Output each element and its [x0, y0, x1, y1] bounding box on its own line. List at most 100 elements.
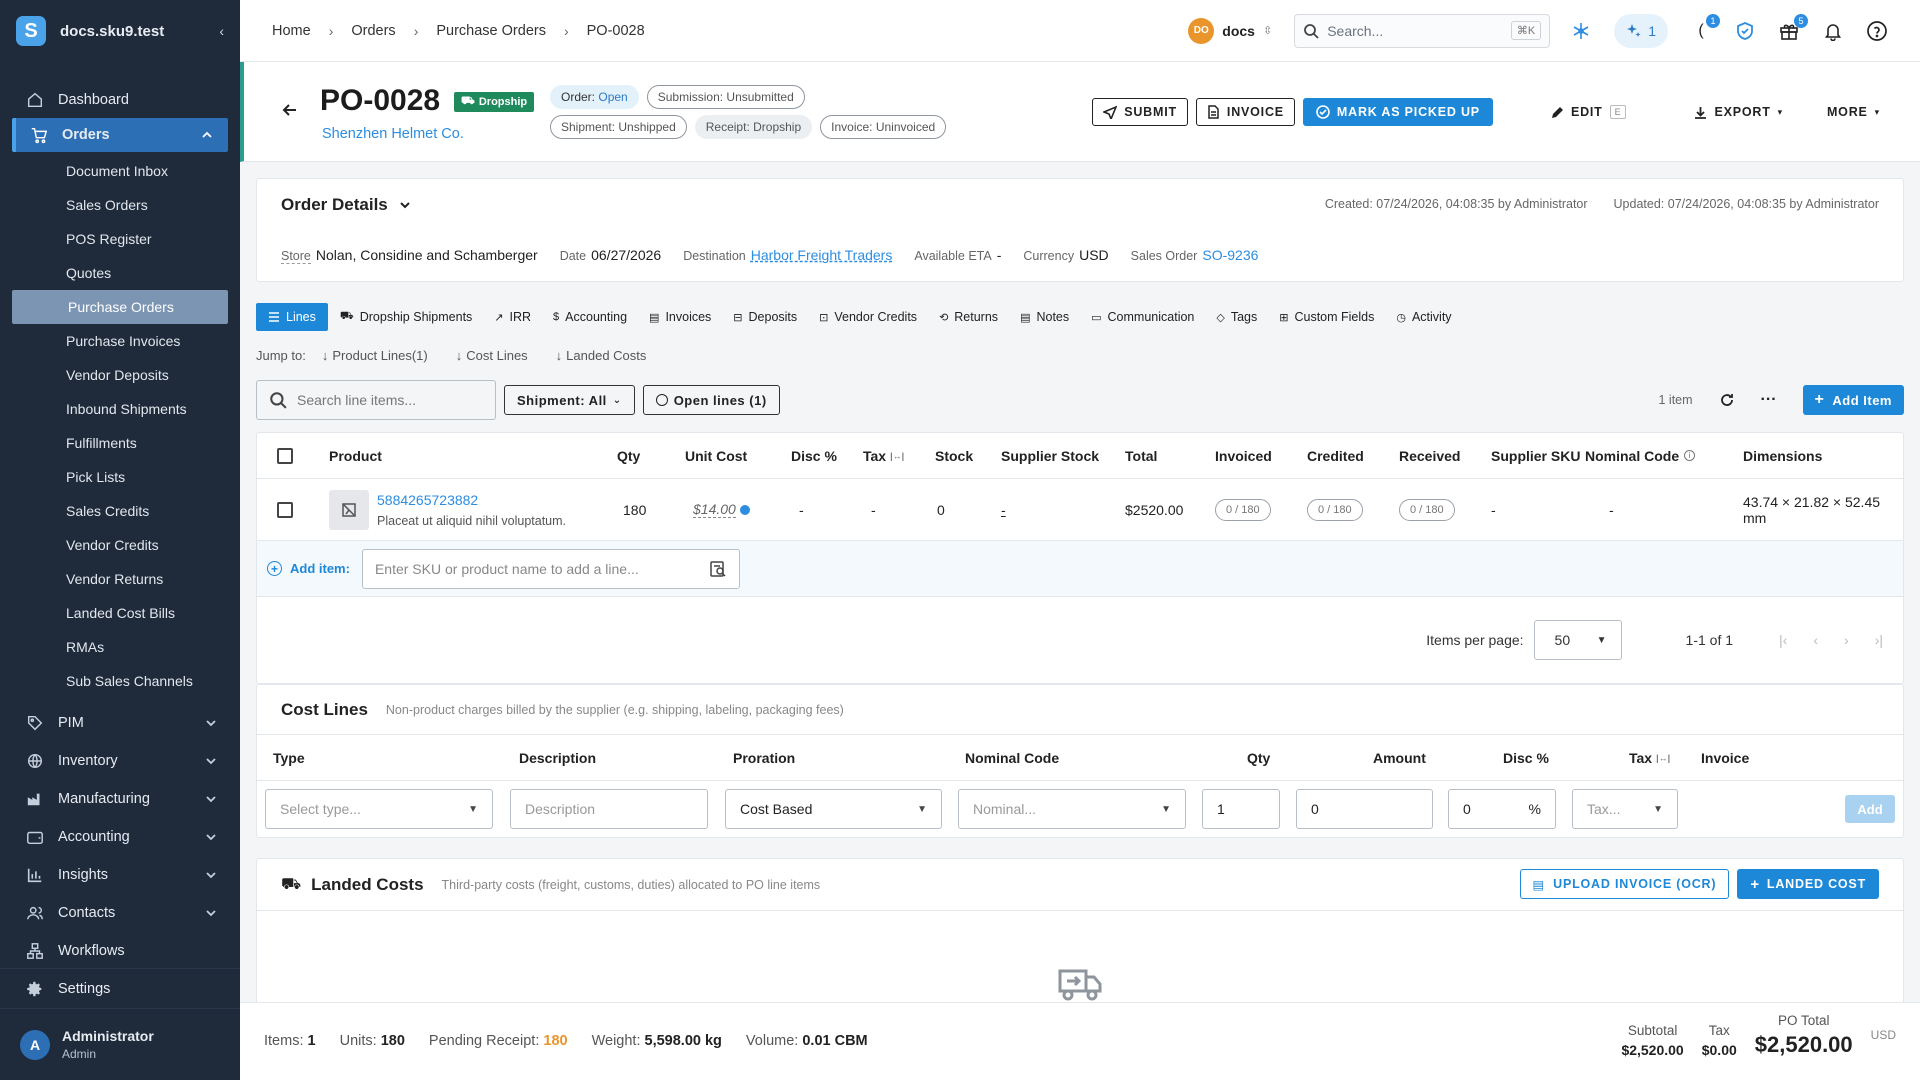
- upload-invoice-ocr-button[interactable]: ▤ UPLOAD INVOICE (OCR): [1519, 869, 1730, 899]
- proration-select[interactable]: Cost Based ▼: [725, 789, 942, 829]
- column-header-nominal[interactable]: Nominal Code i: [1585, 433, 1696, 478]
- add-line-input[interactable]: Enter SKU or product name to add a line.…: [361, 548, 740, 589]
- sidebar-sub-item[interactable]: Landed Cost Bills: [0, 596, 240, 630]
- back-arrow-icon[interactable]: [280, 100, 300, 120]
- sidebar-item-pim[interactable]: PIM: [0, 704, 240, 742]
- store-value[interactable]: Nolan, Considine and Schamberger: [316, 247, 538, 263]
- add-landed-cost-button[interactable]: + LANDED COST: [1737, 869, 1879, 899]
- cost-tax-select[interactable]: Tax... ▼: [1572, 789, 1678, 829]
- jump-landed-costs[interactable]: ↓ Landed Costs: [556, 348, 647, 363]
- sidebar-item-contacts[interactable]: Contacts: [0, 894, 240, 932]
- last-page-icon[interactable]: ›|: [1875, 632, 1883, 648]
- cost-type-select[interactable]: Select type... ▼: [265, 789, 493, 829]
- row-checkbox[interactable]: [277, 501, 293, 518]
- sidebar-item-orders[interactable]: Orders: [12, 118, 228, 152]
- date-value[interactable]: 06/27/2026: [591, 247, 661, 263]
- column-header[interactable]: Supplier SKU: [1491, 433, 1580, 478]
- breadcrumb-home[interactable]: Home: [272, 23, 311, 39]
- supplier-sku-cell[interactable]: -: [1491, 479, 1496, 540]
- sidebar-sub-item[interactable]: Sales Credits: [0, 494, 240, 528]
- mark-picked-up-button[interactable]: MARK AS PICKED UP: [1302, 98, 1493, 126]
- tab-notes[interactable]: ▤ Notes: [1010, 303, 1079, 331]
- tax-cell[interactable]: -: [871, 479, 876, 540]
- column-header[interactable]: Supplier Stock: [1001, 433, 1099, 478]
- submit-button[interactable]: SUBMIT: [1092, 98, 1188, 126]
- sidebar-item-inventory[interactable]: Inventory: [0, 742, 240, 780]
- cost-disc-input[interactable]: 0%: [1448, 789, 1556, 829]
- tab-dropship-shipments[interactable]: ⛟ Dropship Shipments: [330, 303, 482, 331]
- export-button[interactable]: EXPORT ▾: [1684, 98, 1793, 126]
- nominal-code-select[interactable]: Nominal... ▼: [958, 789, 1186, 829]
- nominal-code-cell[interactable]: -: [1609, 479, 1614, 540]
- tab-custom-fields[interactable]: ⊞ Custom Fields: [1269, 303, 1384, 331]
- sidebar-item-accounting[interactable]: Accounting: [0, 818, 240, 856]
- refresh-icon[interactable]: [1719, 392, 1735, 408]
- more-options-icon[interactable]: ···: [1761, 391, 1777, 409]
- search-list-icon[interactable]: [709, 560, 727, 578]
- sidebar-sub-item[interactable]: Vendor Credits: [0, 528, 240, 562]
- sidebar-sub-item[interactable]: Document Inbox: [0, 154, 240, 188]
- tenant-switcher[interactable]: DO docs ⇳: [1188, 17, 1272, 44]
- edit-button[interactable]: EDIT E: [1541, 98, 1637, 126]
- sidebar-item-settings[interactable]: Settings: [0, 968, 240, 1008]
- sidebar-sub-item[interactable]: RMAs: [0, 630, 240, 664]
- destination-link[interactable]: Harbor Freight Traders: [751, 247, 893, 263]
- sidebar-sub-item[interactable]: Purchase Invoices: [0, 324, 240, 358]
- breadcrumb-orders[interactable]: Orders: [351, 23, 395, 39]
- eta-value[interactable]: -: [997, 247, 1002, 263]
- sidebar-item-manufacturing[interactable]: Manufacturing: [0, 780, 240, 818]
- sidebar-sub-item-active[interactable]: Purchase Orders: [12, 290, 228, 324]
- column-header[interactable]: Stock: [935, 433, 973, 478]
- column-header[interactable]: Dimensions: [1743, 433, 1822, 478]
- tab-returns[interactable]: ⟲ Returns: [929, 303, 1008, 331]
- column-header[interactable]: Received: [1399, 433, 1460, 478]
- next-page-icon[interactable]: ›: [1844, 632, 1849, 648]
- tab-activity[interactable]: ◷ Activity: [1386, 303, 1461, 331]
- first-page-icon[interactable]: |‹: [1779, 632, 1787, 648]
- qty-cell[interactable]: 180: [623, 479, 646, 540]
- snowflake-icon[interactable]: [1570, 20, 1592, 42]
- shield-icon[interactable]: [1734, 20, 1756, 42]
- column-header[interactable]: Qty: [617, 433, 640, 478]
- global-search[interactable]: Search... ⌘K: [1294, 13, 1551, 48]
- cost-amount-input[interactable]: 0: [1296, 789, 1433, 829]
- tab-irr[interactable]: ↗ IRR: [484, 303, 541, 331]
- sidebar-sub-item[interactable]: Vendor Deposits: [0, 358, 240, 392]
- column-header[interactable]: Unit Cost: [685, 433, 747, 478]
- sidebar-sub-item[interactable]: Pick Lists: [0, 460, 240, 494]
- line-search-input[interactable]: Search line items...: [256, 380, 496, 420]
- sidebar-sub-item[interactable]: Quotes: [0, 256, 240, 290]
- sidebar-item-dashboard[interactable]: Dashboard: [0, 82, 240, 118]
- collapse-sidebar-icon[interactable]: ‹: [219, 23, 224, 39]
- product-sku-link[interactable]: 5884265723882: [377, 492, 478, 508]
- supplier-stock-cell[interactable]: -: [1001, 479, 1006, 540]
- breadcrumb-purchase-orders[interactable]: Purchase Orders: [436, 23, 546, 39]
- more-button[interactable]: MORE ▾: [1817, 98, 1890, 126]
- sidebar-sub-item[interactable]: Sub Sales Channels: [0, 664, 240, 698]
- prev-page-icon[interactable]: ‹: [1813, 632, 1818, 648]
- column-header[interactable]: Product: [329, 433, 382, 478]
- add-cost-line-button[interactable]: Add: [1845, 795, 1895, 823]
- sidebar-sub-item[interactable]: Sales Orders: [0, 188, 240, 222]
- unit-cost-cell[interactable]: $14.00: [693, 479, 750, 540]
- help-icon[interactable]: [1866, 20, 1888, 42]
- invoice-button[interactable]: INVOICE: [1195, 98, 1295, 126]
- sidebar-sub-item[interactable]: Inbound Shipments: [0, 392, 240, 426]
- ai-assistant-button[interactable]: 1: [1614, 13, 1668, 48]
- gift-icon[interactable]: 5: [1778, 13, 1808, 42]
- tasks-icon[interactable]: ( 1: [1690, 13, 1720, 42]
- jump-product-lines[interactable]: ↓ Product Lines(1): [322, 348, 428, 363]
- column-header[interactable]: Total: [1125, 433, 1157, 478]
- cost-qty-input[interactable]: 1: [1202, 789, 1280, 829]
- tab-tags[interactable]: ◇ Tags: [1206, 303, 1267, 331]
- order-details-toggle[interactable]: Order Details: [281, 195, 412, 215]
- tab-vendor-credits[interactable]: ⊡ Vendor Credits: [809, 303, 927, 331]
- add-item-button[interactable]: + Add Item: [1802, 385, 1904, 415]
- jump-cost-lines[interactable]: ↓ Cost Lines: [456, 348, 528, 363]
- tab-lines[interactable]: Lines: [256, 303, 328, 331]
- user-menu[interactable]: A Administrator Admin: [0, 1008, 240, 1080]
- select-all-checkbox[interactable]: [277, 447, 293, 464]
- column-header[interactable]: Credited: [1307, 433, 1364, 478]
- per-page-select[interactable]: 50 ▼: [1533, 620, 1622, 660]
- tab-deposits[interactable]: ⊟ Deposits: [723, 303, 807, 331]
